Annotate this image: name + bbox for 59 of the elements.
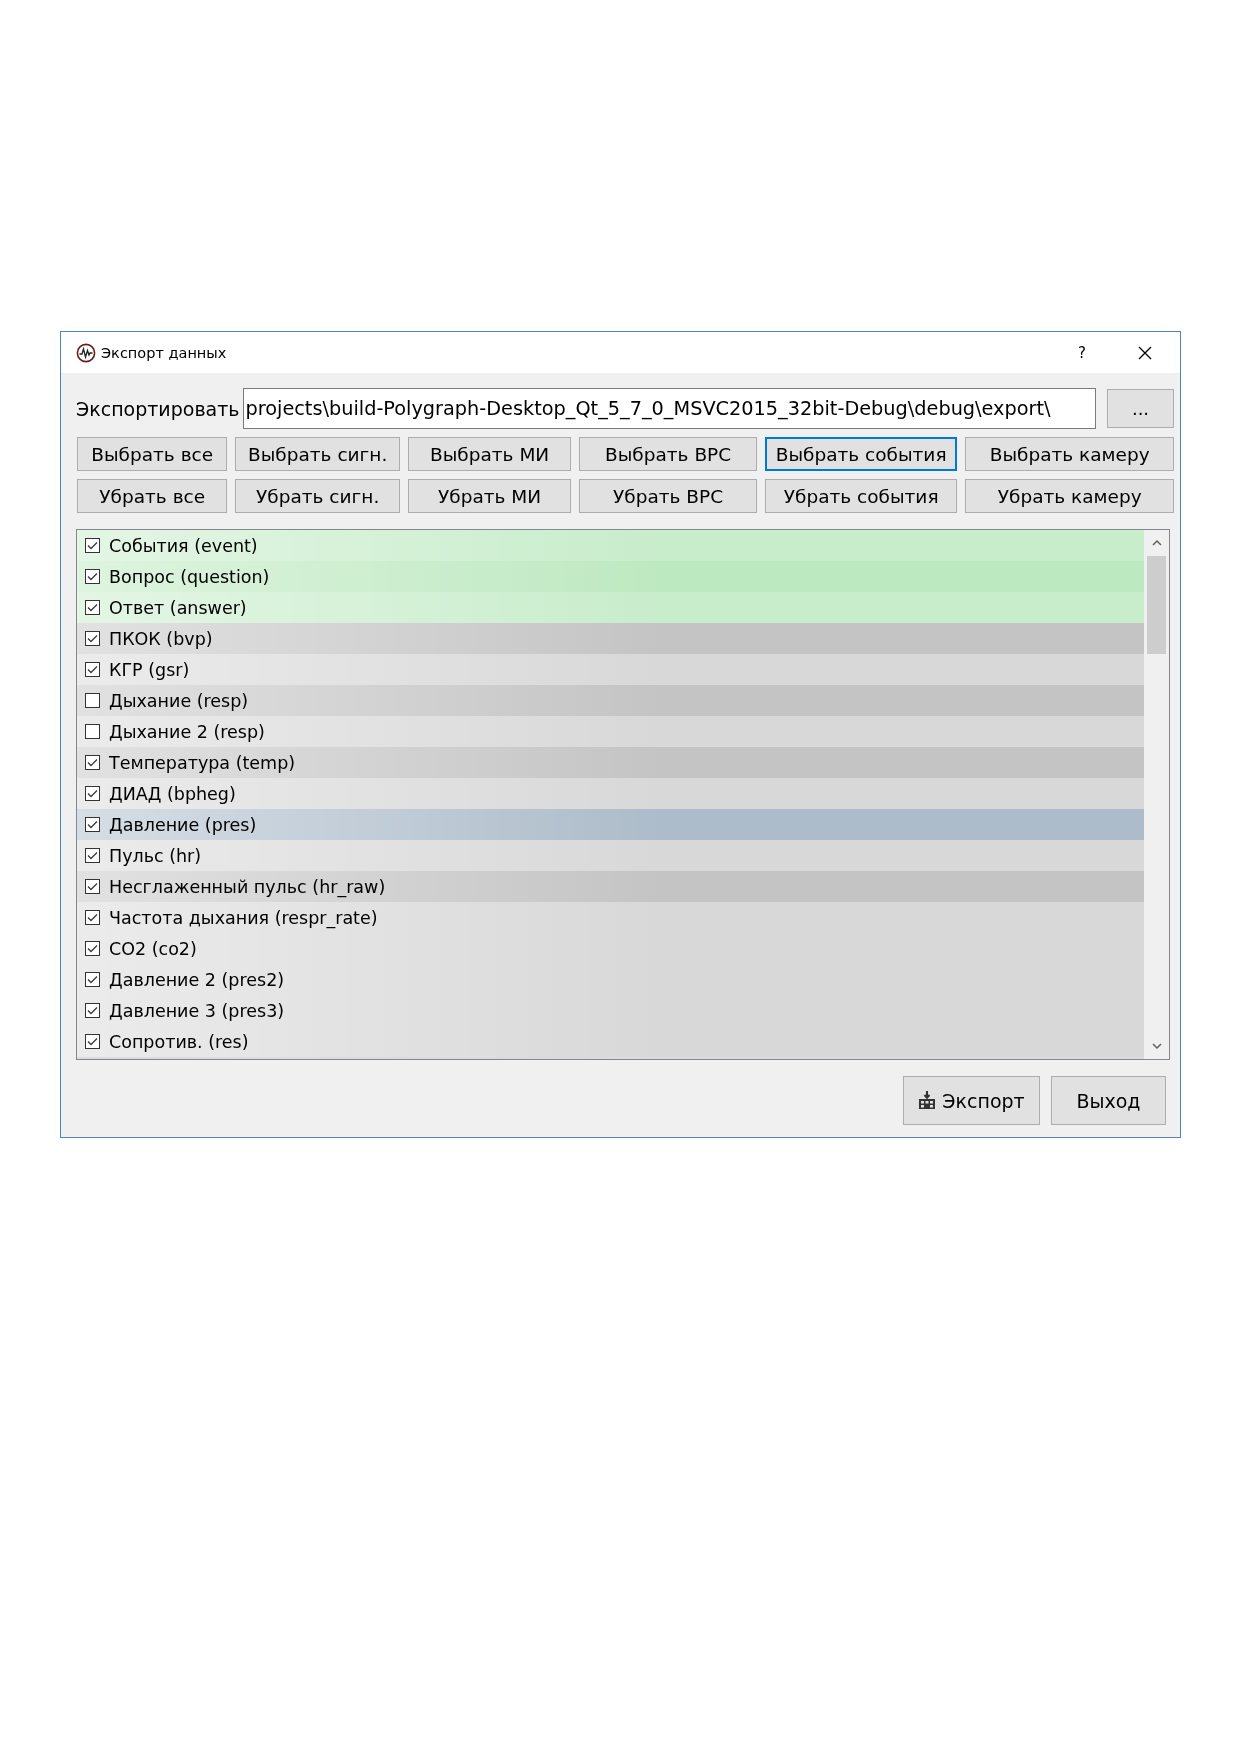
- grid-button[interactable]: Выбрать ВРС: [579, 437, 757, 471]
- list-item[interactable]: Пульс (hr): [77, 840, 1144, 871]
- list-item[interactable]: ДИАД (bpheg): [77, 778, 1144, 809]
- grid-button[interactable]: Убрать ВРС: [579, 479, 757, 513]
- checkbox[interactable]: [85, 910, 100, 925]
- checkbox[interactable]: [85, 786, 100, 801]
- list-item[interactable]: Дыхание 2 (resp): [77, 716, 1144, 747]
- checkbox[interactable]: [85, 941, 100, 956]
- grid-button[interactable]: Выбрать события: [764, 437, 958, 471]
- list-item[interactable]: События (event): [77, 530, 1144, 561]
- grid-button[interactable]: Убрать МИ: [407, 479, 572, 513]
- chevron-up-icon[interactable]: [1151, 539, 1162, 547]
- app-logo-icon: [76, 342, 96, 363]
- grid-button[interactable]: Выбрать МИ: [407, 437, 572, 471]
- checkbox[interactable]: [85, 848, 100, 863]
- exit-button[interactable]: Выход: [1051, 1076, 1166, 1125]
- export-button[interactable]: Экспорт: [903, 1076, 1040, 1125]
- list-item[interactable]: Давление 2 (pres2): [77, 964, 1144, 995]
- checkbox[interactable]: [85, 724, 100, 739]
- window-title: Экспорт данных: [101, 344, 227, 361]
- checkbox[interactable]: [85, 662, 100, 677]
- list-item[interactable]: CO2 (co2): [77, 933, 1144, 964]
- checkbox[interactable]: [85, 600, 100, 615]
- list-item[interactable]: Давление (pres): [77, 809, 1144, 840]
- list-item[interactable]: ПКОК (bvp): [77, 623, 1144, 654]
- list-item[interactable]: Давление 3 (pres3): [77, 995, 1144, 1026]
- checkbox[interactable]: [85, 569, 100, 584]
- list-item[interactable]: Ответ (answer): [77, 592, 1144, 623]
- path-field[interactable]: projects\build-Polygraph-Desktop_Qt_5_7_0_MSVC2015_32bit-Debug\debug\export\: [242, 388, 1096, 429]
- checkbox[interactable]: [85, 538, 100, 553]
- list-item[interactable]: Сопротив. (res): [77, 1026, 1144, 1057]
- checkbox[interactable]: [85, 755, 100, 770]
- grid-button[interactable]: Убрать сигн.: [235, 479, 400, 513]
- checkbox[interactable]: [85, 631, 100, 646]
- list-item[interactable]: Частота дыхания (respr_rate): [77, 902, 1144, 933]
- arrow-into-box-icon: [918, 1091, 937, 1110]
- grid-button[interactable]: Убрать все: [77, 479, 228, 513]
- list-item[interactable]: Температура (temp): [77, 747, 1144, 778]
- grid-button[interactable]: Убрать события: [764, 479, 958, 513]
- close-icon: [1138, 345, 1152, 360]
- checkbox[interactable]: [85, 1034, 100, 1049]
- chevron-down-icon[interactable]: [1151, 1042, 1162, 1050]
- browse-button[interactable]: ...: [1107, 389, 1174, 428]
- checkbox[interactable]: [85, 817, 100, 832]
- list-item[interactable]: Несглаженный пульс (hr_raw): [77, 871, 1144, 902]
- grid-button[interactable]: Выбрать сигн.: [235, 437, 400, 471]
- grid-button[interactable]: Убрать камеру: [965, 479, 1174, 513]
- checkbox[interactable]: [85, 972, 100, 987]
- checkbox[interactable]: [85, 1003, 100, 1018]
- checkbox[interactable]: [85, 879, 100, 894]
- checkbox[interactable]: [85, 693, 100, 708]
- scrollbar[interactable]: [1144, 530, 1169, 1059]
- list-item[interactable]: Вопрос (question): [77, 561, 1144, 592]
- grid-button[interactable]: Выбрать камеру: [965, 437, 1174, 471]
- export-label: Экспортировать: [76, 397, 240, 420]
- scrollbar-thumb[interactable]: [1147, 556, 1166, 654]
- grid-button[interactable]: Выбрать все: [77, 437, 228, 471]
- list-item[interactable]: КГР (gsr): [77, 654, 1144, 685]
- list-item[interactable]: Дыхание (resp): [77, 685, 1144, 716]
